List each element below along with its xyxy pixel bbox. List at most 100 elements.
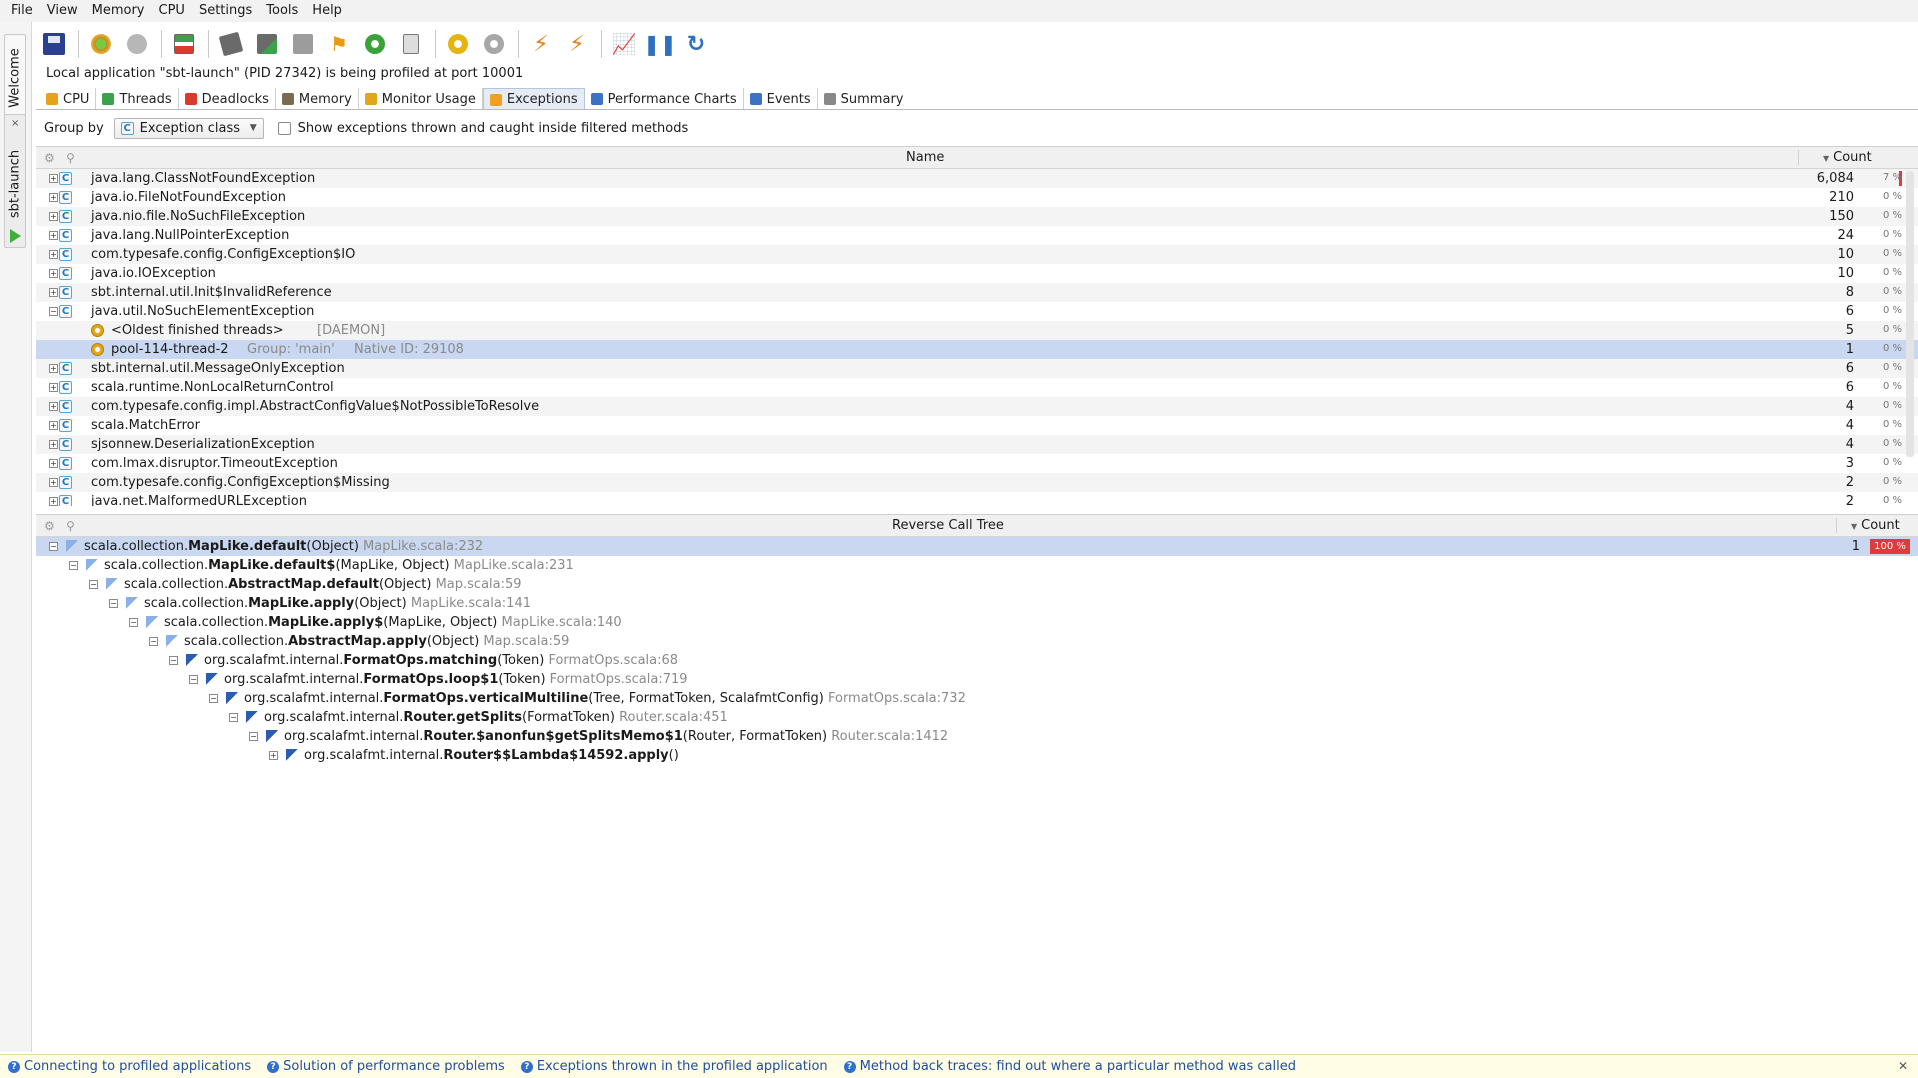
menu-file[interactable]: File [4,0,40,22]
telemetry-clear-button[interactable]: 📈 [610,30,638,58]
call-tree-node[interactable]: − scala.collection.MapLike.default$(MapLi… [36,556,1918,575]
collapse-icon[interactable]: − [89,580,98,589]
filtered-methods-label[interactable]: Show exceptions thrown and caught inside… [298,121,689,136]
thread-row[interactable]: <Oldest finished threads> [DAEMON] 5 0 % [36,321,1918,340]
call-tree-node[interactable]: − scala.collection.MapLike.default(Object… [36,537,1918,556]
menu-help[interactable]: Help [305,0,349,22]
exception-row[interactable]: + Cscala.runtime.NonLocalReturnControl 6 0 … [36,378,1918,397]
search-icon[interactable]: ⚲ [66,151,75,165]
memory-snapshot-button[interactable] [217,30,245,58]
tab-cpu[interactable]: CPU [40,88,97,110]
start-memory-button[interactable] [253,30,281,58]
flag-button[interactable]: ⚑ [325,30,353,58]
expand-icon[interactable]: + [49,421,58,430]
help-link[interactable]: ? Method back traces: find out where a pa… [843,1059,1296,1074]
exception-row[interactable]: + Cscala.MatchError 4 0 % [36,416,1918,435]
pause-button[interactable]: ❚❚ [643,30,677,58]
collapse-icon[interactable]: − [49,307,58,316]
collapse-icon[interactable]: − [109,599,118,608]
collapse-icon[interactable]: − [229,713,238,722]
tab-summary[interactable]: Summary [818,88,910,110]
call-tree-count-header[interactable]: ▼ Count [1836,518,1918,533]
search-icon[interactable]: ⚲ [66,519,75,533]
expand-icon[interactable]: + [49,402,58,411]
tab-events[interactable]: Events [744,88,818,110]
filtered-methods-checkbox[interactable] [277,121,291,135]
group-by-select[interactable]: C Exception class ▼ [113,117,264,139]
session-tab[interactable]: × sbt-launch [4,114,26,248]
welcome-tab[interactable]: Welcome [4,34,26,122]
exception-row[interactable]: + Cjava.nio.file.NoSuchFileException 150 0 … [36,207,1918,226]
exception-row[interactable]: + Csbt.internal.util.Init$InvalidReferenc… [36,283,1918,302]
exception-row[interactable]: − Cjava.util.NoSuchElementException 6 0 % [36,302,1918,321]
stop-cpu-button[interactable] [123,30,151,58]
call-tree-node[interactable]: − org.scalafmt.internal.FormatOps.matchin… [36,651,1918,670]
start-cpu-button[interactable] [87,30,115,58]
settings-icon[interactable]: ⚙ [44,519,55,533]
help-link[interactable]: ? Connecting to profiled applications [8,1059,251,1074]
call-tree-node[interactable]: − scala.collection.MapLike.apply$(MapLike… [36,613,1918,632]
stop-memory-button[interactable] [289,30,317,58]
exceptions-clear-button[interactable]: ⚡ [563,30,591,58]
expand-icon[interactable]: + [49,440,58,449]
call-tree-node[interactable]: − org.scalafmt.internal.Router.getSplits(… [36,708,1918,727]
tab-threads[interactable]: Threads [96,88,179,110]
exception-row[interactable]: + Ccom.typesafe.config.ConfigException$IO… [36,245,1918,264]
expand-icon[interactable]: + [49,250,58,259]
call-tree-node[interactable]: − scala.collection.AbstractMap.default(Ob… [36,575,1918,594]
name-column-header[interactable]: Name [906,150,944,165]
collapse-icon[interactable]: − [129,618,138,627]
expand-icon[interactable]: + [49,383,58,392]
tab-memory[interactable]: Memory [276,88,359,110]
tab-performance-charts[interactable]: Performance Charts [585,88,744,110]
thread-row[interactable]: pool-114-thread-2 Group: 'main' Native ID:… [36,340,1918,359]
expand-icon[interactable]: + [49,288,58,297]
expand-icon[interactable]: + [49,497,58,506]
menu-tools[interactable]: Tools [259,0,305,22]
exception-row[interactable]: + Ccom.typesafe.config.ConfigException$Mi… [36,473,1918,492]
collapse-icon[interactable]: − [169,656,178,665]
expand-icon[interactable]: + [269,751,278,760]
gc-button[interactable] [361,30,389,58]
help-link[interactable]: ? Exceptions thrown in the profiled appli… [520,1059,828,1074]
exception-row[interactable]: + Csbt.internal.util.MessageOnlyException… [36,359,1918,378]
exception-row[interactable]: + Cjava.io.FileNotFoundException 210 0 % [36,188,1918,207]
exception-row[interactable]: + Csjsonnew.DeserializationException 4 0 % [36,435,1918,454]
collapse-icon[interactable]: − [189,675,198,684]
call-tree-node[interactable]: − scala.collection.AbstractMap.apply(Obje… [36,632,1918,651]
exception-row[interactable]: + Ccom.typesafe.config.impl.AbstractConfi… [36,397,1918,416]
exceptions-start-button[interactable]: ⚡ [527,30,555,58]
expand-icon[interactable]: + [49,193,58,202]
exception-row[interactable]: + Cjava.net.MalformedURLException 2 0 % [36,492,1918,506]
start-monitor-button[interactable] [444,30,472,58]
expand-icon[interactable]: + [49,459,58,468]
exception-row[interactable]: + Cjava.lang.ClassNotFoundException 6,084 7… [36,169,1918,188]
collapse-icon[interactable]: − [69,561,78,570]
menu-view[interactable]: View [40,0,85,22]
expand-icon[interactable]: + [49,364,58,373]
menu-settings[interactable]: Settings [192,0,259,22]
call-tree-node[interactable]: − org.scalafmt.internal.Router.$anonfun$g… [36,727,1918,746]
collapse-icon[interactable]: − [209,694,218,703]
expand-icon[interactable]: + [49,231,58,240]
exception-row[interactable]: + Cjava.io.IOException 10 0 % [36,264,1918,283]
collapse-icon[interactable]: − [249,732,258,741]
tab-monitor-usage[interactable]: Monitor Usage [359,88,483,110]
menu-cpu[interactable]: CPU [152,0,192,22]
menu-memory[interactable]: Memory [85,0,152,22]
expand-icon[interactable]: + [49,269,58,278]
call-tree-node[interactable]: − scala.collection.MapLike.apply(Object) … [36,594,1918,613]
exception-row[interactable]: + Ccom.lmax.disruptor.TimeoutException 3 0 … [36,454,1918,473]
exception-row[interactable]: + Cjava.lang.NullPointerException 24 0 % [36,226,1918,245]
expand-icon[interactable]: + [49,174,58,183]
settings-icon[interactable]: ⚙ [44,151,55,165]
collapse-icon[interactable]: − [149,637,158,646]
help-link[interactable]: ? Solution of performance problems [267,1059,505,1074]
close-icon[interactable]: × [11,118,19,129]
exceptions-scrollbar[interactable] [1906,171,1914,457]
save-snapshot-button[interactable] [40,30,68,58]
call-tree-node[interactable]: − org.scalafmt.internal.FormatOps.vertica… [36,689,1918,708]
allocation-button[interactable] [170,30,198,58]
tab-deadlocks[interactable]: Deadlocks [179,88,276,110]
call-tree-node[interactable]: − org.scalafmt.internal.FormatOps.loop$1(… [36,670,1918,689]
